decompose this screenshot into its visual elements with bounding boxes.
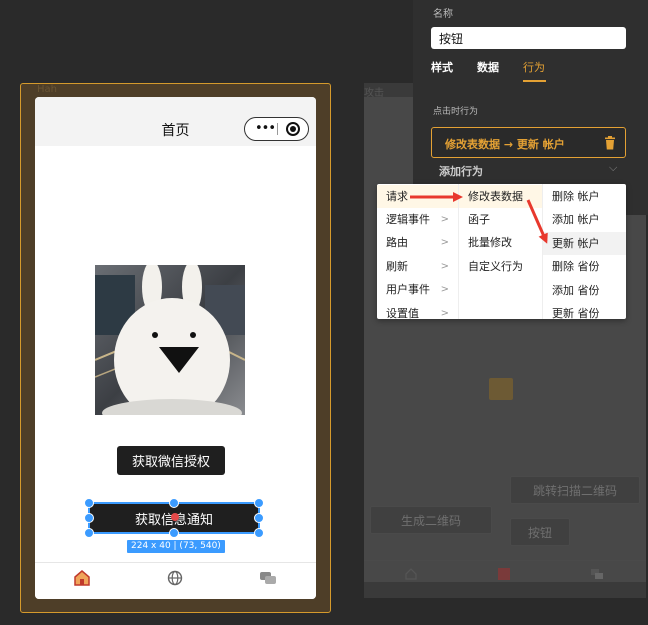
menu-item-delete-province[interactable]: 删除 省份 <box>543 255 626 278</box>
menu-item-refresh[interactable]: 刷新 > <box>377 255 458 278</box>
secondary-tab-bar <box>364 560 646 590</box>
image-placeholder-icon <box>489 378 513 400</box>
tab-style[interactable]: 样式 <box>431 59 453 75</box>
tab-behavior[interactable]: 行为 <box>523 59 545 75</box>
mini-program-capsule[interactable]: ••• <box>244 117 309 141</box>
menu-item-delete-account[interactable]: 删除 帐户 <box>543 185 626 208</box>
click-behavior-label: 点击时行为 <box>433 107 479 117</box>
action-item-label: 修改表数据 → 更新 帐户 <box>445 138 565 151</box>
action-item[interactable]: 修改表数据 → 更新 帐户 <box>431 127 626 158</box>
more-icon[interactable]: ••• <box>255 120 276 138</box>
menu-item-user-event[interactable]: 用户事件 > <box>377 278 458 301</box>
resize-handle-l[interactable] <box>84 513 94 523</box>
phone-preview: 首页 ••• 获取微信授权 获取信息通知 <box>35 97 316 599</box>
chevron-down-icon[interactable]: ⌵ <box>609 161 617 175</box>
menu-item-add-province[interactable]: 添加 省份 <box>543 279 626 302</box>
menu-item-update-province[interactable]: 更新 省份 <box>543 302 626 319</box>
menu-column-category: 请求 逻辑事件 > 路由 > 刷新 > 用户事件 > 设置值 > <box>377 184 459 319</box>
menu-item-logic-event[interactable]: 逻辑事件 > <box>377 208 458 231</box>
menu-column-request: 修改表数据 函子 批量修改 自定义行为 <box>459 184 543 319</box>
property-panel: 名称 样式 数据 行为 点击时行为 修改表数据 → 更新 帐户 添加行为 ⌵ <box>413 0 648 215</box>
canvas-label: Hah <box>37 84 57 95</box>
menu-item-modify-table[interactable]: 修改表数据 <box>459 185 542 208</box>
bunny-image[interactable] <box>95 265 245 415</box>
size-position-badge: 224 x 40 | (73, 540) <box>127 540 225 553</box>
action-cascade-menu: 请求 逻辑事件 > 路由 > 刷新 > 用户事件 > 设置值 > 修改表数据 函子 批量修… <box>377 184 626 319</box>
resize-handle-tl[interactable] <box>84 498 94 508</box>
menu-column-table-ops: 删除 帐户 添加 帐户 更新 帐户 删除 省份 添加 省份 更新 省份 <box>543 184 626 319</box>
resize-handle-tr[interactable] <box>254 498 264 508</box>
menu-item-route[interactable]: 路由 > <box>377 231 458 254</box>
resize-handle-t[interactable] <box>169 498 179 508</box>
name-input[interactable] <box>431 27 626 49</box>
add-action-dropdown[interactable]: 添加行为 <box>439 163 483 179</box>
home-icon[interactable] <box>72 568 92 588</box>
cursor-dot <box>171 513 179 521</box>
image-icon <box>498 568 510 580</box>
trash-icon[interactable] <box>604 136 616 150</box>
ghost-button[interactable]: 按钮 <box>510 518 570 546</box>
capsule-divider <box>277 123 278 135</box>
chevron-right-icon: > <box>440 261 449 272</box>
menu-item-request[interactable]: 请求 <box>377 185 458 208</box>
tab-data[interactable]: 数据 <box>477 59 499 75</box>
chevron-right-icon: > <box>440 214 449 225</box>
phone-nav-bar: 首页 ••• <box>35 97 316 146</box>
resize-handle-bl[interactable] <box>84 528 94 538</box>
resize-handle-br[interactable] <box>254 528 264 538</box>
globe-icon[interactable] <box>165 568 185 588</box>
chat-icon[interactable] <box>258 568 278 588</box>
menu-item-add-account[interactable]: 添加 帐户 <box>543 208 626 231</box>
phone-tab-bar <box>35 562 316 599</box>
chevron-right-icon: > <box>440 237 449 248</box>
menu-item-set-value[interactable]: 设置值 > <box>377 302 458 319</box>
chevron-right-icon: > <box>440 284 449 295</box>
menu-item-custom-action[interactable]: 自定义行为 <box>459 255 542 278</box>
active-tab-indicator <box>523 80 546 82</box>
name-label: 名称 <box>433 9 453 20</box>
menu-item-update-account[interactable]: 更新 帐户 <box>543 232 626 255</box>
chevron-right-icon: > <box>440 308 449 319</box>
qr-scan-button[interactable]: 跳转扫描二维码 <box>510 476 640 504</box>
menu-item-batch-modify[interactable]: 批量修改 <box>459 231 542 254</box>
wechat-auth-button[interactable]: 获取微信授权 <box>117 446 225 475</box>
close-target-icon[interactable] <box>286 122 300 136</box>
resize-handle-r[interactable] <box>254 513 264 523</box>
generate-qr-button[interactable]: 生成二维码 <box>370 506 492 534</box>
chat-icon <box>591 569 603 579</box>
resize-handle-b[interactable] <box>169 528 179 538</box>
home-icon <box>405 568 417 580</box>
menu-item-function[interactable]: 函子 <box>459 208 542 231</box>
